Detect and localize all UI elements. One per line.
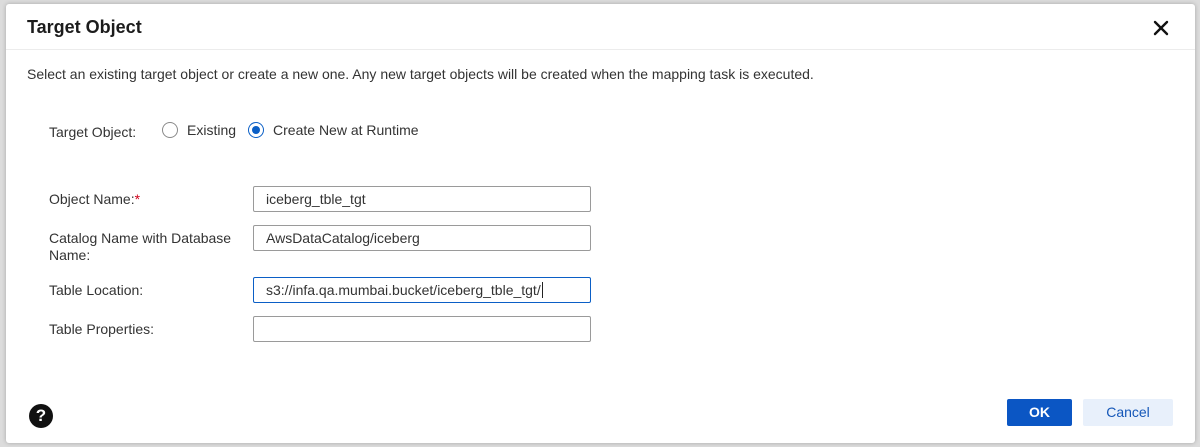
- create-new-radio-label: Create New at Runtime: [273, 122, 419, 138]
- catalog-name-label-line1: Catalog Name with Database: [49, 230, 232, 246]
- text-caret: [541, 282, 543, 298]
- catalog-name-value: AwsDataCatalog/iceberg: [266, 230, 420, 246]
- table-location-value: s3://infa.qa.mumbai.bucket/iceberg_tble_…: [266, 282, 541, 298]
- catalog-name-label: Catalog Name with Database Name:: [49, 230, 231, 264]
- object-name-value: iceberg_tble_tgt: [266, 191, 366, 207]
- target-object-dialog: Target Object Select an existing target …: [6, 4, 1195, 443]
- target-object-radio-group: Existing Create New at Runtime: [162, 122, 431, 138]
- existing-radio-label: Existing: [187, 122, 237, 138]
- radio-option-create-new[interactable]: Create New at Runtime: [248, 122, 419, 138]
- table-location-field[interactable]: s3://infa.qa.mumbai.bucket/iceberg_tble_…: [253, 277, 591, 303]
- required-marker: *: [134, 191, 141, 207]
- object-name-label-text: Object Name:: [49, 191, 135, 207]
- radio-option-existing[interactable]: Existing: [162, 122, 236, 138]
- table-properties-field[interactable]: [253, 316, 591, 342]
- dialog-title: Target Object: [27, 17, 142, 37]
- target-object-label: Target Object:: [49, 124, 137, 140]
- catalog-name-field[interactable]: AwsDataCatalog/iceberg: [253, 225, 591, 251]
- ok-button[interactable]: OK: [1007, 399, 1072, 426]
- table-location-label: Table Location:: [49, 282, 144, 298]
- dialog-description: Select an existing target object or crea…: [27, 66, 814, 82]
- help-icon[interactable]: ?: [29, 404, 53, 428]
- table-properties-label: Table Properties:: [49, 321, 155, 337]
- create-new-radio[interactable]: [248, 122, 265, 138]
- header-divider: [6, 49, 1195, 50]
- existing-radio[interactable]: [162, 122, 178, 138]
- catalog-name-label-line2: Name:: [49, 247, 91, 263]
- object-name-label: Object Name:*: [49, 191, 140, 207]
- cancel-button[interactable]: Cancel: [1083, 399, 1173, 426]
- object-name-field[interactable]: iceberg_tble_tgt: [253, 186, 591, 212]
- close-icon[interactable]: [1150, 17, 1172, 39]
